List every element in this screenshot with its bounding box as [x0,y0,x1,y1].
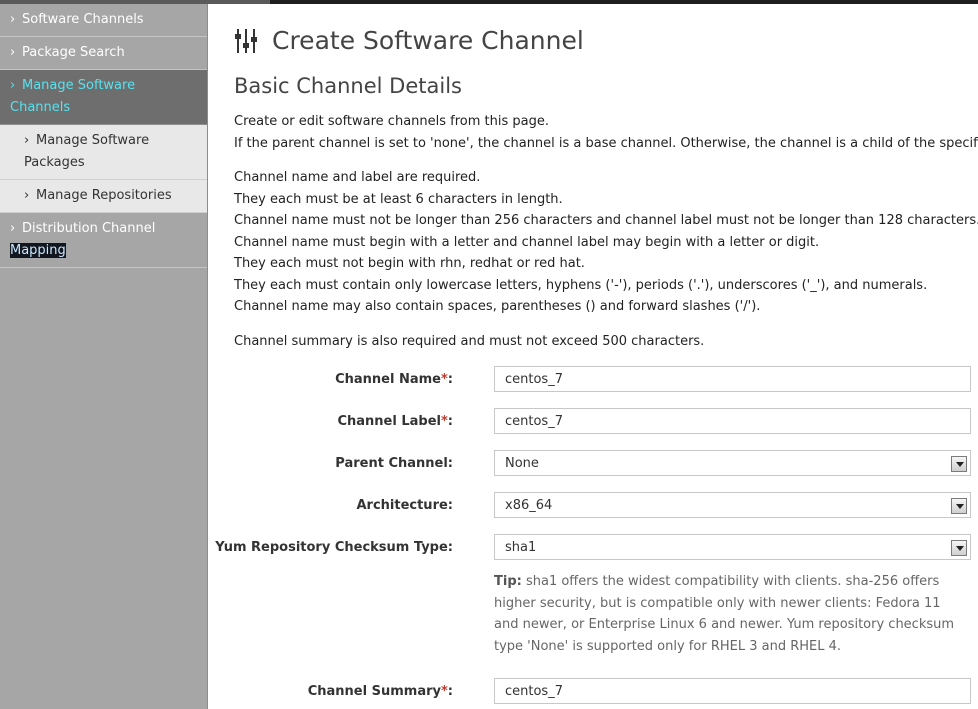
channel-name-label: Channel Name*: [335,372,453,387]
page-title: Create Software Channel [272,26,584,55]
rule-line: Channel name and label are required. [234,170,481,185]
architecture-row: Architecture: x86_64 [208,492,978,520]
tip-text: sha1 offers the widest compatibility wit… [494,574,955,654]
channel-name-row: Channel Name*: [208,366,978,394]
channel-summary-row: Channel Summary*: [208,678,978,706]
sidebar-item-label: Distribution Channel [22,221,156,236]
page-header: Create Software Channel [234,26,584,55]
chevron-right-icon: › [10,12,16,27]
channel-summary-input[interactable] [494,678,971,704]
intro-text: Create or edit software channels from th… [234,111,978,154]
intro-line: Create or edit software channels from th… [234,114,549,129]
checksum-select[interactable]: sha1 [494,534,971,560]
rule-line: They each must not begin with rhn, redha… [234,256,585,271]
section-title: Basic Channel Details [234,74,462,98]
required-mark: * [440,684,448,699]
required-mark: * [440,414,448,429]
main-content: Create Software Channel Basic Channel De… [208,4,978,709]
sidebar-item-label-selected: Mapping [10,243,66,258]
rule-line: Channel name must not be longer than 256… [234,213,978,228]
sidebar-item-software-channels[interactable]: › Software Channels [0,4,207,37]
parent-channel-label: Parent Channel: [335,456,453,471]
rule-line: Channel name must begin with a letter an… [234,234,820,250]
summary-note: Channel summary is also required and mus… [234,334,705,349]
chevron-right-icon: › [10,221,16,236]
sidebar-subitem-manage-software-packages[interactable]: › Manage Software Packages [0,125,207,180]
sidebar-subitem-manage-repositories[interactable]: › Manage Repositories [0,180,207,213]
rule-line: They each must be at least 6 characters … [234,191,563,207]
sliders-icon [235,28,257,53]
sidebar-item-label: Software Channels [22,12,144,27]
chevron-right-icon: › [10,78,16,93]
dropdown-arrow-icon[interactable] [951,498,967,514]
channel-label-input[interactable] [494,408,971,434]
architecture-label: Architecture: [356,498,453,513]
channel-summary-label: Channel Summary*: [307,684,453,699]
sidebar-item-distribution-channel-mapping[interactable]: › Distribution Channel Mapping [0,213,207,268]
sidebar-item-manage-software-channels[interactable]: › Manage Software Channels [0,70,207,125]
sidebar-item-label: Manage Software Packages [24,133,150,170]
parent-channel-select[interactable]: None [494,450,971,476]
sidebar-item-label: Package Search [22,45,125,60]
chevron-right-icon: › [24,188,30,203]
sidebar-item-label: Manage Repositories [36,188,172,203]
channel-label-row: Channel Label*: [208,408,978,436]
checksum-value: sha1 [505,540,537,555]
checksum-row: Yum Repository Checksum Type: sha1 [208,534,978,562]
chevron-right-icon: › [24,133,30,148]
tip-label: Tip: [494,574,522,589]
channel-label-label: Channel Label*: [337,414,453,429]
rule-line: Channel name may also contain spaces, pa… [234,299,761,314]
sidebar-item-package-search[interactable]: › Package Search [0,37,207,70]
checksum-tip: Tip: sha1 offers the widest compatibilit… [494,571,964,657]
rule-line: They each must contain only lowercase le… [234,277,928,293]
parent-channel-row: Parent Channel: None [208,450,978,478]
sidebar-item-label: Manage Software Channels [10,78,136,115]
parent-channel-value: None [505,456,539,471]
required-mark: * [440,372,448,387]
sidebar: › Software Channels › Package Search › Mana… [0,4,208,709]
chevron-right-icon: › [10,45,16,60]
checksum-label: Yum Repository Checksum Type: [215,540,453,555]
dropdown-arrow-icon[interactable] [951,456,967,472]
architecture-value: x86_64 [505,498,553,513]
intro-line: If the parent channel is set to 'none', … [234,135,978,151]
architecture-select[interactable]: x86_64 [494,492,971,518]
dropdown-arrow-icon[interactable] [951,540,967,556]
rules-text: Channel name and label are required. The… [234,167,978,318]
channel-name-input[interactable] [494,366,971,392]
